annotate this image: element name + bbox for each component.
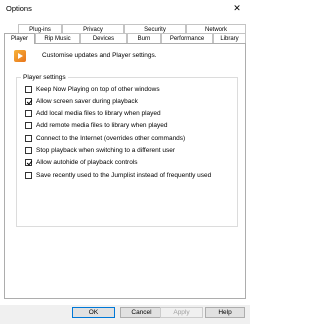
options-dialog: Options ✕ Plug-ins Privacy Security Netw… <box>0 0 250 324</box>
option-label: Save recently used to the Jumplist inste… <box>36 172 212 179</box>
help-button[interactable]: Help <box>205 307 245 318</box>
player-tab-panel: Customise updates and Player settings. P… <box>4 43 246 299</box>
ok-button[interactable]: OK <box>72 307 115 318</box>
option-keep-now-playing-on-top[interactable]: Keep Now Playing on top of other windows <box>25 86 160 93</box>
checkbox[interactable] <box>25 86 32 93</box>
tab-rip-music[interactable]: Rip Music <box>35 33 80 43</box>
tab-performance[interactable]: Performance <box>161 33 213 43</box>
tab-burn[interactable]: Burn <box>127 33 161 43</box>
option-label: Allow screen saver during playback <box>36 98 138 105</box>
option-label: Keep Now Playing on top of other windows <box>36 86 160 93</box>
option-save-recently-used-jumplist[interactable]: Save recently used to the Jumplist inste… <box>25 172 211 179</box>
option-connect-to-internet[interactable]: Connect to the Internet (overrides other… <box>25 135 185 142</box>
option-label: Add local media files to library when pl… <box>36 110 161 117</box>
apply-button[interactable]: Apply <box>160 307 203 318</box>
player-settings-group: Player settings Keep Now Playing on top … <box>16 73 238 227</box>
tab-player[interactable]: Player <box>4 33 35 44</box>
checkbox[interactable] <box>25 110 32 117</box>
window-title: Options <box>6 4 32 13</box>
cancel-button[interactable]: Cancel <box>120 307 163 318</box>
media-player-icon <box>14 50 26 62</box>
checkbox[interactable] <box>25 135 32 142</box>
intro-text: Customise updates and Player settings. <box>42 52 157 59</box>
option-label: Connect to the Internet (overrides other… <box>36 135 186 142</box>
checkbox[interactable] <box>25 159 32 166</box>
option-add-local-media[interactable]: Add local media files to library when pl… <box>25 110 161 117</box>
option-add-remote-media[interactable]: Add remote media files to library when p… <box>25 122 168 129</box>
checkbox[interactable] <box>25 172 32 179</box>
checkbox[interactable] <box>25 147 32 154</box>
option-allow-screen-saver[interactable]: Allow screen saver during playback <box>25 98 138 105</box>
checkbox[interactable] <box>25 122 32 129</box>
intro: Customise updates and Player settings. <box>14 50 157 62</box>
option-label: Add remote media files to library when p… <box>36 122 168 129</box>
tab-devices[interactable]: Devices <box>80 33 127 43</box>
group-label: Player settings <box>21 73 68 82</box>
title-bar: Options ✕ <box>0 0 250 16</box>
option-allow-autohide-controls[interactable]: Allow autohide of playback controls <box>25 159 138 166</box>
option-stop-playback-switch-user[interactable]: Stop playback when switching to a differ… <box>25 147 175 154</box>
checkbox[interactable] <box>25 98 32 105</box>
option-label: Stop playback when switching to a differ… <box>36 147 175 154</box>
option-label: Allow autohide of playback controls <box>36 159 138 166</box>
close-icon[interactable]: ✕ <box>224 0 250 16</box>
tab-library[interactable]: Library <box>213 33 246 43</box>
tab-strip: Plug-ins Privacy Security Network Player… <box>4 24 247 44</box>
